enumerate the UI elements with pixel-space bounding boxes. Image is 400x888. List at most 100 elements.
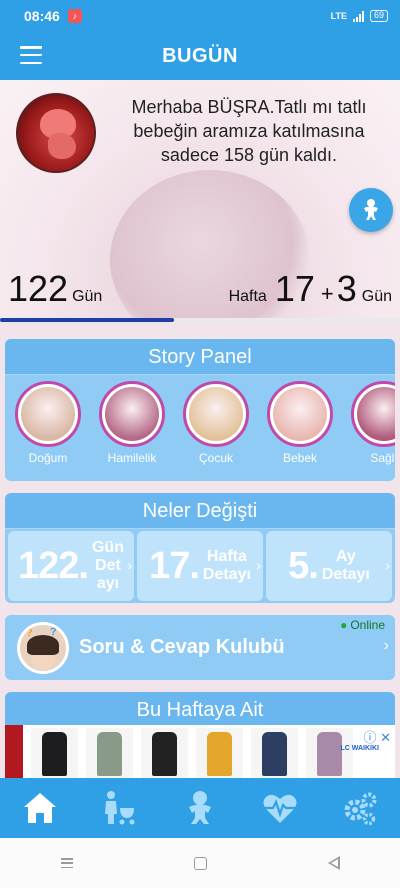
tab-home[interactable] xyxy=(0,778,80,838)
chevron-right-icon: › xyxy=(383,637,389,654)
ad-product[interactable] xyxy=(251,728,298,780)
home-icon xyxy=(24,793,56,823)
week-detail-label: Hafta Detayı xyxy=(203,548,251,584)
status-time: 08:46 xyxy=(24,8,60,24)
story-item-saglik[interactable]: Sağlı xyxy=(347,381,395,465)
day-number: 122. xyxy=(18,544,89,587)
month-detail-button[interactable]: 5. Ay Detayı › xyxy=(266,531,392,601)
battery-icon: 69 xyxy=(369,10,388,22)
tab-baby[interactable] xyxy=(160,778,240,838)
day-detail-line3: ayı xyxy=(96,575,120,592)
settings-gears-icon xyxy=(344,792,377,826)
app-bar: BUGÜN xyxy=(0,32,400,80)
chevron-right-icon: › xyxy=(127,557,132,573)
week-detail-line1: Hafta xyxy=(206,548,247,565)
story-thumbnail xyxy=(99,381,165,447)
story-thumbnail xyxy=(267,381,333,447)
baby-profile-button[interactable] xyxy=(349,188,393,232)
signal-icon xyxy=(352,10,364,22)
music-note-icon: ♪ xyxy=(67,9,82,23)
fetus-image[interactable] xyxy=(16,93,96,173)
story-thumbnail xyxy=(183,381,249,447)
greeting-text: Merhaba BÜŞRA.Tatlı mı tatlı bebeğin ara… xyxy=(131,97,367,165)
status-bar: 08:46 ♪ LTE 69 xyxy=(0,0,400,32)
status-icons: LTE 69 xyxy=(331,10,388,22)
page-title: BUGÜN xyxy=(162,44,238,67)
ad-product[interactable] xyxy=(141,728,188,780)
baby-icon xyxy=(189,791,211,824)
question-mark: ? xyxy=(50,625,57,638)
question-mark: ? xyxy=(26,626,33,639)
network-type: LTE xyxy=(330,11,347,21)
story-label: Doğum xyxy=(28,451,68,465)
ad-close-icon[interactable]: ⓘ ✕ xyxy=(363,727,391,746)
extra-days-unit: Gün xyxy=(361,288,392,305)
day-detail-button[interactable]: 122. Gün Det ayı › xyxy=(8,531,134,601)
day-detail-label: Gün Det ayı xyxy=(92,539,124,593)
this-week-title: Bu Haftaya Ait xyxy=(5,692,395,728)
chevron-right-icon: › xyxy=(385,557,390,573)
changes-tiles: 122. Gün Det ayı › 17. Hafta Detayı › 5.… xyxy=(5,529,395,603)
pregnancy-summary: Merhaba BÜŞRA.Tatlı mı tatlı bebeğin ara… xyxy=(0,80,400,320)
story-thumbnail xyxy=(351,381,395,447)
pregnancy-progress-bar xyxy=(0,318,400,322)
week-label: Hafta xyxy=(228,288,267,305)
qa-club-label: Soru & Cevap Kulubü xyxy=(79,636,285,658)
ad-left-image xyxy=(5,725,23,783)
days-unit: Gün xyxy=(72,288,103,305)
story-item-hamilelik[interactable]: Hamilelik xyxy=(95,381,169,465)
story-label: Sağlı xyxy=(370,451,395,465)
ad-product[interactable] xyxy=(31,728,78,780)
progress-fill xyxy=(0,318,174,322)
month-detail-line2: Detayı xyxy=(321,566,370,583)
month-detail-line1: Ay xyxy=(335,548,356,565)
story-label: Çocuk xyxy=(198,451,233,465)
back-icon[interactable] xyxy=(327,856,340,870)
bottom-navigation xyxy=(0,778,400,838)
hamburger-menu-icon[interactable] xyxy=(20,46,42,64)
story-label: Bebek xyxy=(282,451,318,465)
extra-days-count: 3 xyxy=(336,268,357,309)
chevron-right-icon: › xyxy=(256,557,261,573)
days-count: 122 xyxy=(8,268,69,309)
tab-health[interactable] xyxy=(240,778,320,838)
system-navigation-bar xyxy=(0,838,400,888)
ad-banner[interactable]: LC WAIKIKI ⓘ ✕ xyxy=(5,725,395,783)
story-panel-title: Story Panel xyxy=(5,339,395,375)
changes-panel: Neler Değişti 122. Gün Det ayı › 17. Haf… xyxy=(5,493,395,603)
ad-product[interactable] xyxy=(306,728,353,780)
baby-icon xyxy=(364,199,378,220)
story-list[interactable]: Doğum Hamilelik Çocuk Bebek Sağlı xyxy=(5,375,395,465)
this-week-panel: Bu Haftaya Ait LC WAIKIKI ⓘ ✕ xyxy=(5,692,395,788)
tab-mother[interactable] xyxy=(80,778,160,838)
week-counter: Hafta 17 + 3 Gün xyxy=(229,268,392,310)
heart-pulse-icon xyxy=(263,794,297,823)
story-item-bebek[interactable]: Bebek xyxy=(263,381,337,465)
day-detail-line1: Gün xyxy=(91,539,124,556)
home-button-icon[interactable] xyxy=(193,856,207,870)
ad-logo: LC WAIKIKI xyxy=(340,745,380,752)
plus-sign: + xyxy=(320,281,334,306)
changes-panel-title: Neler Değişti xyxy=(5,493,395,529)
week-count: 17 xyxy=(274,268,315,309)
story-panel: Story Panel Doğum Hamilelik Çocuk Bebek … xyxy=(5,339,395,481)
story-item-dogum[interactable]: Doğum xyxy=(11,381,85,465)
mother-stroller-icon xyxy=(105,791,135,825)
recent-apps-icon[interactable] xyxy=(60,858,73,868)
week-detail-line2: Detayı xyxy=(202,566,251,583)
week-detail-button[interactable]: 17. Hafta Detayı › xyxy=(137,531,263,601)
story-item-cocuk[interactable]: Çocuk xyxy=(179,381,253,465)
ad-product[interactable] xyxy=(196,728,243,780)
day-detail-line2: Det xyxy=(95,557,121,574)
tab-settings[interactable] xyxy=(320,778,400,838)
week-number: 17. xyxy=(149,544,200,587)
qa-club-button[interactable]: ? ? Soru & Cevap Kulubü Online › xyxy=(5,615,395,680)
days-counter: 122 Gün xyxy=(8,268,102,310)
online-status: Online xyxy=(340,618,385,632)
ad-product[interactable] xyxy=(86,728,133,780)
question-avatar: ? ? xyxy=(17,621,69,674)
month-detail-label: Ay Detayı xyxy=(322,548,370,584)
story-label: Hamilelik xyxy=(107,451,157,465)
story-thumbnail xyxy=(15,381,81,447)
month-number: 5. xyxy=(288,544,319,587)
